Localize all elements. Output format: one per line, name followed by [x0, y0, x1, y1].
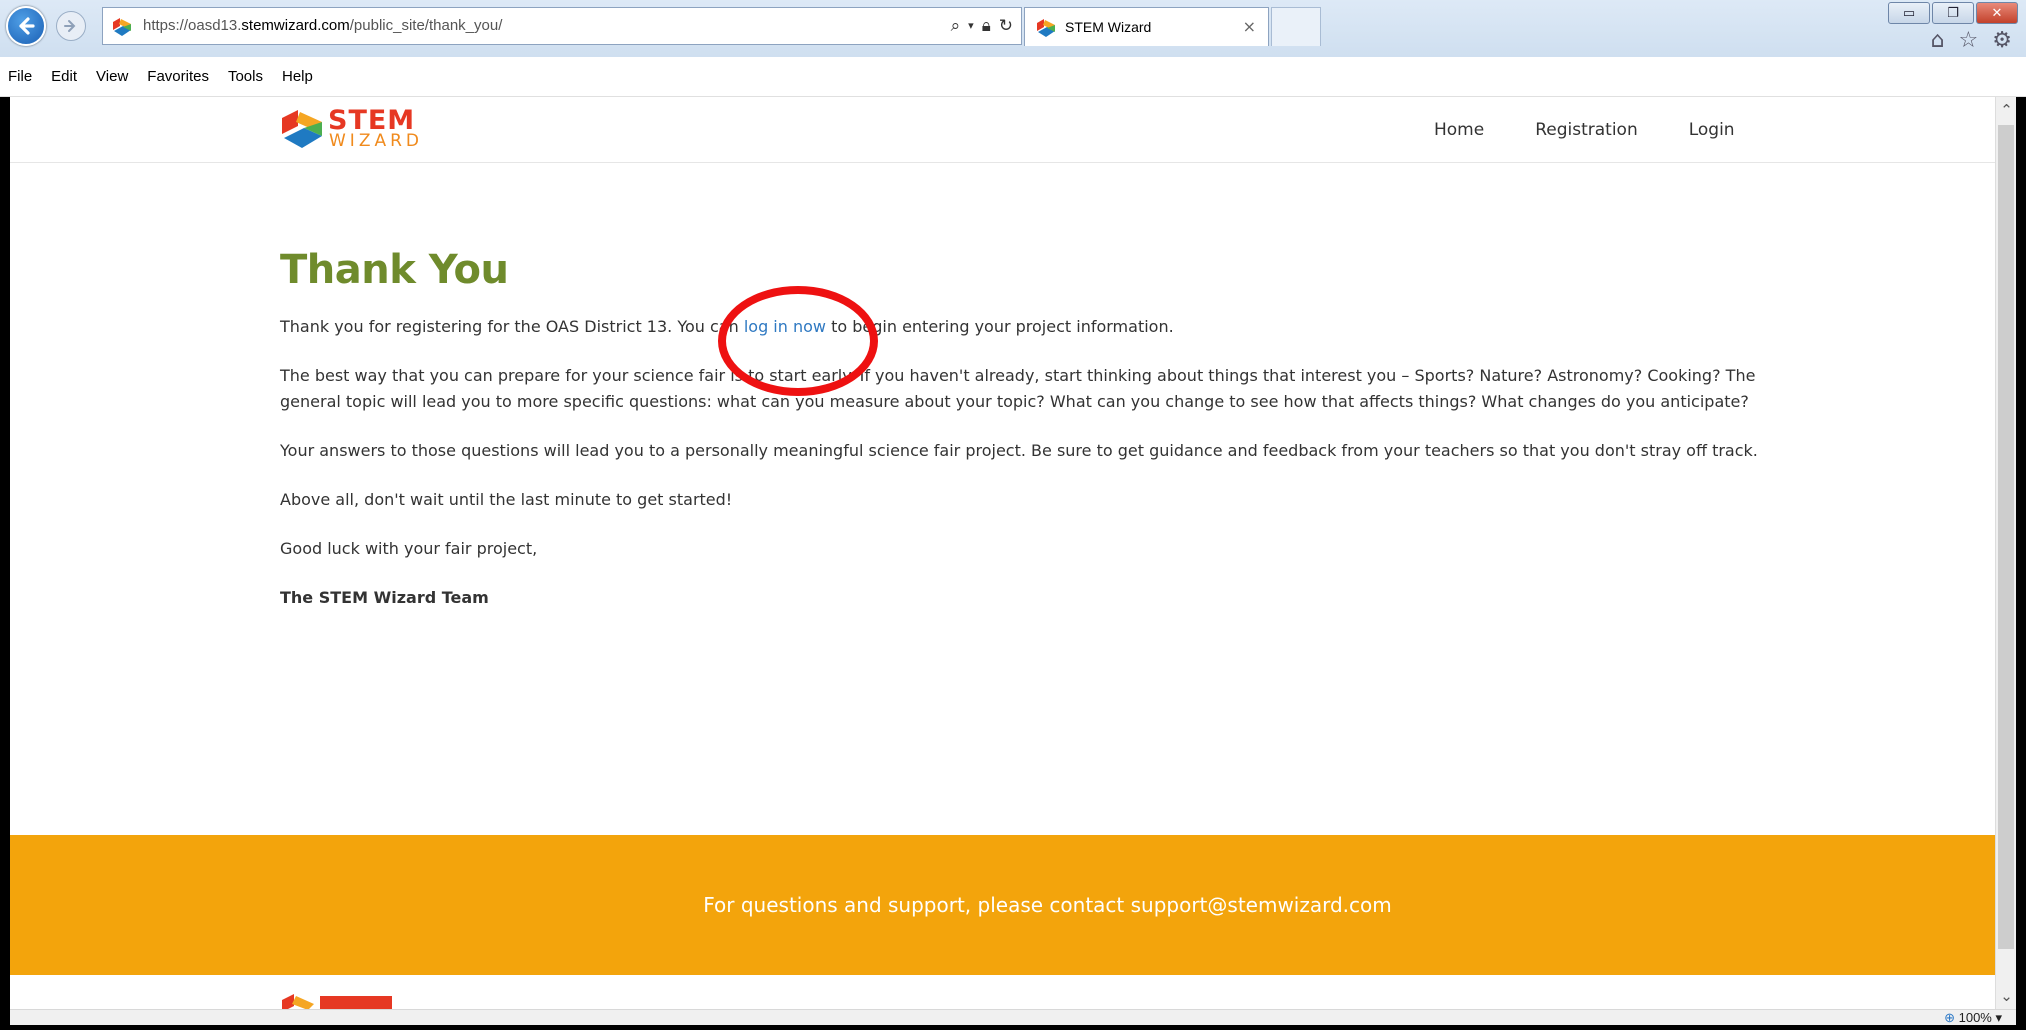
paragraph-intro: Thank you for registering for the OAS Di…	[280, 314, 1780, 340]
tab-stem-wizard[interactable]: STEM Wizard ×	[1024, 7, 1269, 46]
page-title: Thank You	[280, 247, 509, 293]
paragraph-dont-wait: Above all, don't wait until the last min…	[280, 490, 733, 509]
site-nav: Home Registration Login	[1434, 97, 1786, 163]
minimize-button[interactable]: ▭	[1888, 2, 1930, 24]
zoom-icon: ⊕	[1944, 1010, 1955, 1025]
site-header: STEM WIZARD Home Registration Login	[10, 97, 1995, 163]
logo-mark-icon	[282, 994, 392, 1009]
paragraph-answers: Your answers to those questions will lea…	[280, 441, 1758, 460]
scroll-up-icon[interactable]: ⌃	[1996, 97, 2017, 123]
new-tab-button[interactable]	[1271, 7, 1321, 46]
scroll-down-icon[interactable]: ⌄	[1996, 983, 2017, 1009]
nav-registration[interactable]: Registration	[1535, 120, 1638, 140]
footer-logo-partial	[280, 992, 400, 1009]
back-button[interactable]	[6, 6, 46, 46]
zoom-level[interactable]: ⊕ 100% ▾	[1944, 1010, 2002, 1026]
menu-tools[interactable]: Tools	[228, 68, 263, 85]
tab-close-icon[interactable]: ×	[1243, 8, 1256, 46]
menu-edit[interactable]: Edit	[51, 68, 77, 85]
close-window-button[interactable]: ✕	[1976, 2, 2018, 24]
status-bar: ⊕ 100% ▾	[10, 1009, 2016, 1025]
page-viewport: STEM WIZARD Home Registration Login Than…	[10, 97, 1995, 1009]
favorites-star-icon[interactable]: ☆	[1959, 30, 1979, 52]
main-content: Thank You Thank you for registering for …	[280, 247, 1780, 634]
stem-wizard-favicon	[1037, 19, 1055, 37]
settings-gear-icon[interactable]: ⚙	[1992, 30, 2012, 52]
address-url: https://oasd13.stemwizard.com/public_sit…	[143, 17, 503, 34]
stem-wizard-logo[interactable]: STEM WIZARD	[280, 105, 450, 152]
paragraph-prepare: The best way that you can prepare for yo…	[280, 366, 1756, 411]
menu-help[interactable]: Help	[282, 68, 313, 85]
scroll-thumb[interactable]	[1998, 125, 2014, 949]
menu-favorites[interactable]: Favorites	[147, 68, 209, 85]
forward-arrow-icon	[64, 20, 76, 32]
forward-button[interactable]	[56, 11, 86, 41]
nav-home[interactable]: Home	[1434, 120, 1484, 140]
refresh-icon[interactable]: ↻	[999, 8, 1013, 44]
menu-view[interactable]: View	[96, 68, 128, 85]
menu-file[interactable]: File	[8, 68, 32, 85]
intro-text-before: Thank you for registering for the OAS Di…	[280, 317, 744, 336]
maximize-button[interactable]: ❐	[1932, 2, 1974, 24]
stem-wizard-favicon	[113, 18, 131, 36]
lock-icon[interactable]: 🔒︎	[982, 8, 991, 44]
vertical-scrollbar[interactable]: ⌃ ⌄	[1995, 97, 2016, 1009]
signoff-team: The STEM Wizard Team	[280, 588, 489, 607]
paragraph-good-luck: Good luck with your fair project,	[280, 539, 538, 558]
menu-bar: File Edit View Favorites Tools Help	[0, 57, 2026, 97]
back-arrow-icon	[19, 17, 35, 35]
logo-mark-icon	[282, 110, 322, 148]
browser-window: https://oasd13.stemwizard.com/public_sit…	[0, 0, 2026, 1030]
home-icon[interactable]: ⌂	[1931, 30, 1945, 52]
tab-title: STEM Wizard	[1065, 19, 1152, 35]
dropdown-icon[interactable]: ▾	[968, 8, 974, 44]
browser-toolbar: https://oasd13.stemwizard.com/public_sit…	[0, 0, 2026, 57]
window-controls: ▭ ❐ ✕	[1888, 2, 2018, 24]
site-footer: For questions and support, please contac…	[10, 835, 1995, 975]
red-annotation-circle	[718, 286, 878, 396]
logo-word-wizard: WIZARD	[329, 131, 424, 151]
browser-icons: ⌂ ☆ ⚙	[1931, 30, 2012, 52]
address-tools: ⌕ ▾ 🔒︎ ↻	[951, 8, 1013, 44]
footer-support-text: For questions and support, please contac…	[703, 893, 1392, 917]
zoom-value: 100%	[1958, 1010, 1992, 1025]
address-bar[interactable]: https://oasd13.stemwizard.com/public_sit…	[102, 7, 1022, 45]
nav-login[interactable]: Login	[1689, 120, 1735, 140]
intro-text-after: to begin entering your project informati…	[826, 317, 1174, 336]
search-icon[interactable]: ⌕	[951, 8, 961, 44]
